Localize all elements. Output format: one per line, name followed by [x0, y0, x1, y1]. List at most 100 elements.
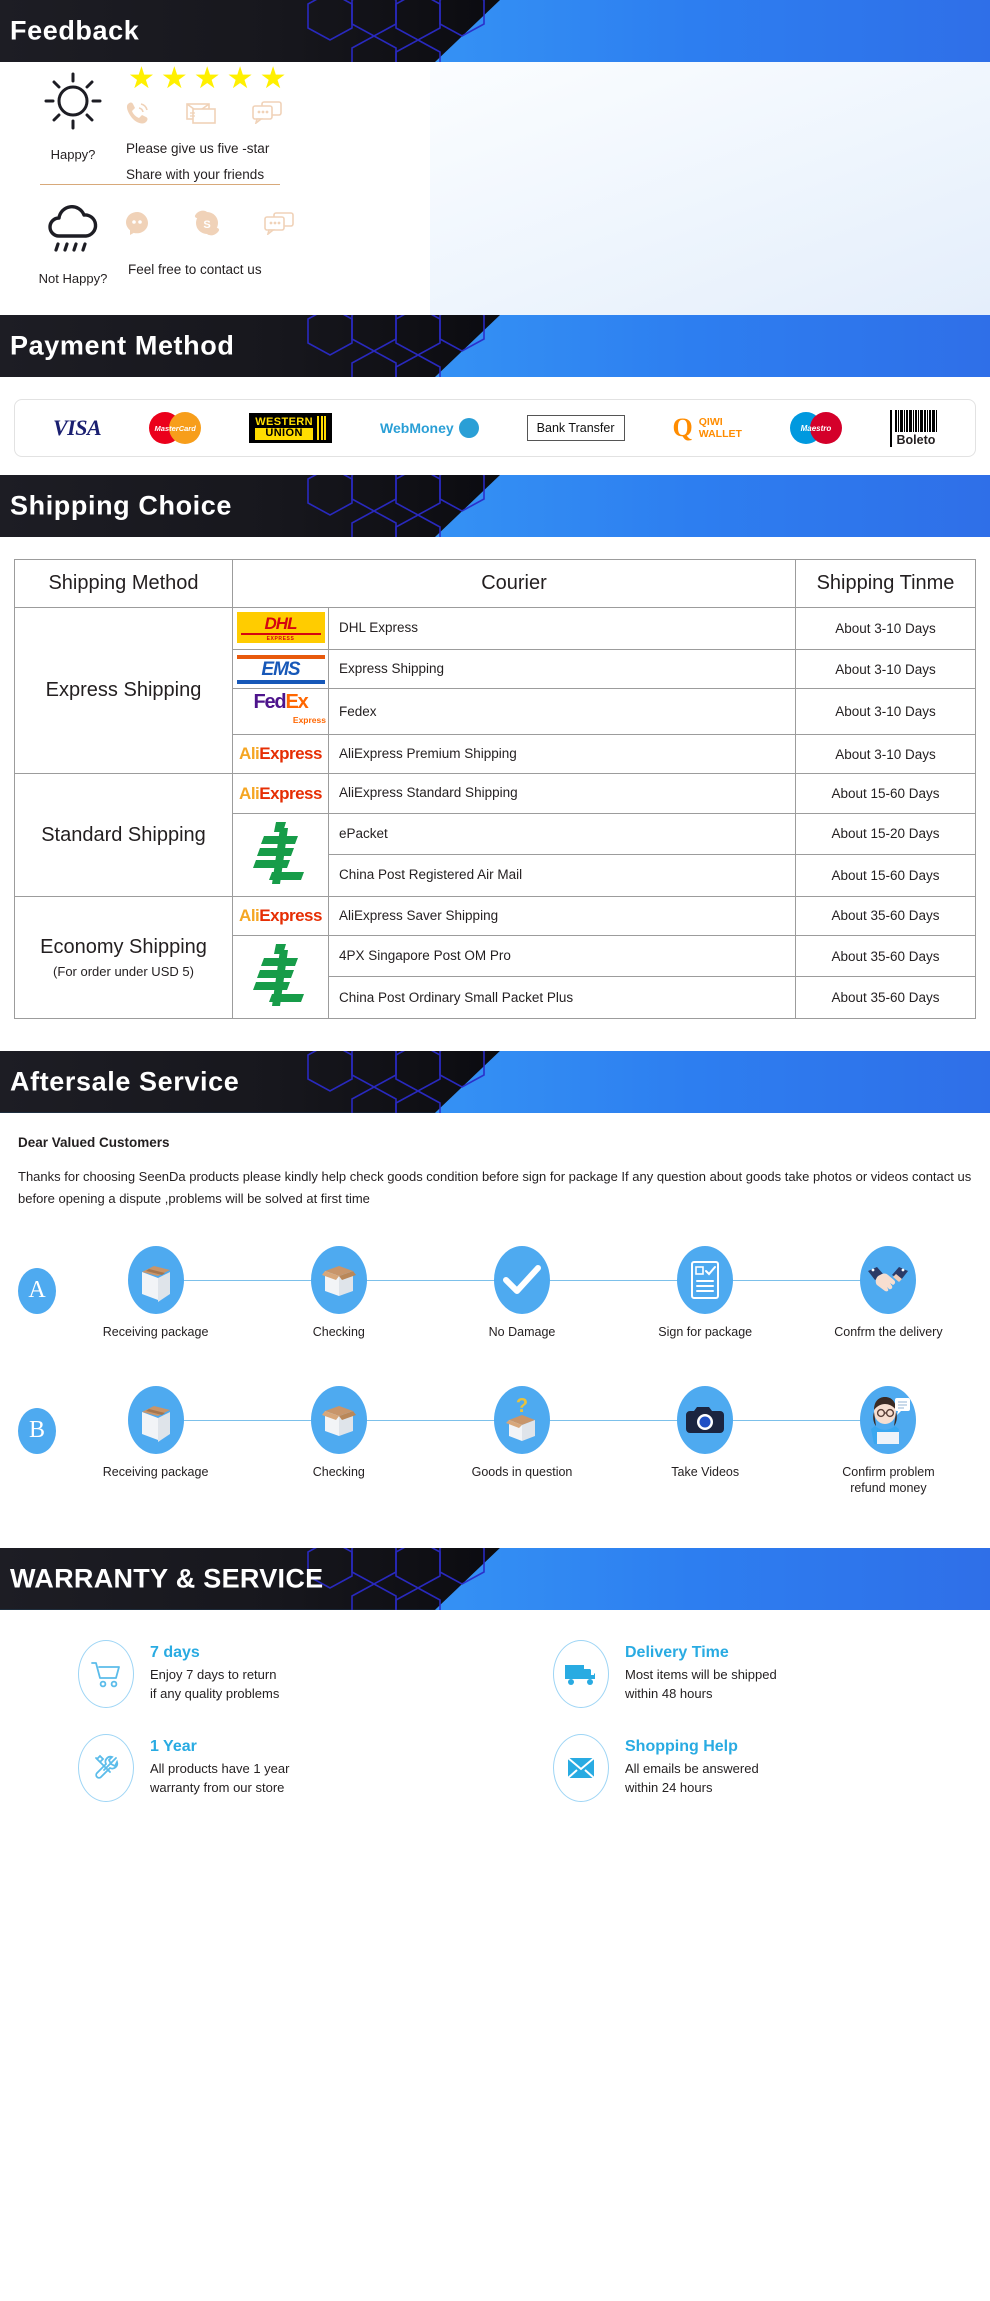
not-happy-text: Feel free to contact us [128, 262, 262, 277]
warranty-card-1-year: 1 Year All products have 1 year warranty… [20, 1733, 495, 1802]
flow-step: Receiving package [64, 1245, 339, 1340]
western-union-logo: WESTERN UNION [249, 413, 332, 443]
tools-icon [78, 1733, 134, 1802]
warranty-title: Delivery Time [625, 1644, 729, 1662]
feedback-left-column: Happy? ★★★★★ Please give us five -star S… [0, 62, 440, 286]
envelope-icon [553, 1733, 609, 1802]
hexagon-pattern [307, 475, 485, 537]
shipping-time: About 3-10 Days [795, 688, 976, 736]
method-economy: Economy Shipping (For order under USD 5) [14, 895, 233, 1019]
delivery-truck-icon [553, 1639, 609, 1708]
boleto-logo: Boleto [889, 409, 937, 447]
flow-step-label: Receiving package [102, 1464, 209, 1479]
payment-logo-strip: VISA MasterCard WESTERN UNION WebMoney B… [14, 399, 976, 457]
not-happy-row: Not Happy? S Feel free to contact us [0, 198, 440, 315]
courier-name: AliExpress Saver Shipping [328, 895, 796, 936]
flow-row-a: A Receiving package Checking No Damage S… [10, 1245, 980, 1368]
flow-step-label: No Damage [488, 1324, 556, 1339]
warranty-line-2: if any quality problems [150, 1686, 280, 1702]
happy-row: Happy? ★★★★★ Please give us five -star S… [0, 62, 440, 185]
shipping-time: About 3-10 Days [795, 734, 976, 775]
shipping-time: About 15-60 Days [795, 854, 976, 897]
open-box-icon [310, 1385, 367, 1454]
table-row: Economy Shipping (For order under USD 5)… [14, 895, 976, 1019]
flow-step-label: Checking [312, 1464, 365, 1479]
courier-name: China Post Ordinary Small Packet Plus [328, 976, 796, 1019]
facebook-messenger-icon [126, 212, 148, 235]
closed-box-icon [127, 1385, 184, 1454]
shipping-time: About 3-10 Days [795, 607, 976, 650]
shipping-section: Shipping Method Courier Shipping Tinme E… [0, 537, 990, 1033]
china-post-logo [232, 934, 329, 1019]
shipping-time: About 15-60 Days [795, 773, 976, 814]
aftersale-body: Thanks for choosing SeenDa products plea… [18, 1168, 972, 1206]
handshake-icon [860, 1245, 917, 1314]
chat-icon [252, 101, 282, 124]
happy-line-1: Please give us five -star [126, 141, 270, 156]
banner-title: Feedback [10, 15, 140, 46]
sun-icon-block: Happy? [38, 70, 108, 162]
flow-badge-a: A [18, 1267, 56, 1314]
process-flows: A Receiving package Checking No Damage S… [0, 1220, 990, 1514]
shipping-time: About 15-20 Days [795, 812, 976, 856]
hexagon-pattern [307, 1050, 485, 1113]
rain-cloud-icon [48, 205, 98, 252]
team-illustration [430, 62, 990, 315]
banner-title: Payment Method [10, 330, 235, 361]
banner-title: Aftersale Service [10, 1066, 240, 1097]
aftersale-section: Dear Valued Customers Thanks for choosin… [0, 1113, 990, 1220]
warranty-banner: WARRANTY & SERVICE [0, 1547, 990, 1610]
star-rating: ★★★★★ [128, 62, 293, 95]
camera-icon [677, 1385, 734, 1454]
warranty-line-2: within 24 hours [625, 1780, 713, 1796]
aliexpress-logo: AliExpress [232, 773, 329, 814]
courier-name: AliExpress Standard Shipping [328, 773, 796, 814]
banner-title: WARRANTY & SERVICE [10, 1563, 324, 1594]
banner-title: Shipping Choice [10, 490, 232, 521]
col-shipping-method: Shipping Method [14, 559, 233, 608]
happy-message: Please give us five -star Share with you… [126, 136, 269, 188]
payment-banner: Payment Method [0, 315, 990, 377]
flow-row-b: B Receiving package Checking ? Goods in … [10, 1385, 980, 1508]
flow-step: Checking [247, 1245, 522, 1340]
warranty-line-2: warranty from our store [150, 1780, 285, 1796]
shipping-table: Shipping Method Courier Shipping Tinme E… [14, 559, 976, 1019]
warranty-line-2: within 48 hours [625, 1686, 713, 1702]
warranty-section: 7 days Enjoy 7 days to return if any qua… [0, 1610, 990, 1830]
method-express: Express Shipping [14, 606, 233, 775]
hexagon-pattern [307, 315, 485, 377]
aliexpress-logo: AliExpress [232, 895, 329, 936]
flow-step-label: Confrm the delivery [834, 1324, 943, 1339]
flow-step: ? Goods in question [430, 1385, 706, 1496]
courier-name: Fedex [328, 688, 796, 736]
hexagon-pattern [307, 0, 485, 62]
flow-step: Confrm the delivery [797, 1245, 980, 1340]
webmoney-logo: WebMoney [380, 418, 479, 438]
shopping-cart-icon [78, 1639, 134, 1708]
courier-name: Express Shipping [328, 648, 796, 690]
flow-step: Confirm problem refund money [797, 1385, 980, 1496]
flow-step: Receiving package [64, 1385, 339, 1496]
rain-cloud-icon-block: Not Happy? [38, 204, 108, 286]
flow-step: No Damage [430, 1245, 706, 1340]
warranty-card-7-days: 7 days Enjoy 7 days to return if any qua… [20, 1639, 495, 1708]
mastercard-logo: MasterCard [149, 412, 202, 444]
flow-step: Take Videos [614, 1385, 889, 1496]
method-standard: Standard Shipping [14, 773, 233, 897]
flow-step-label: Receiving package [102, 1324, 209, 1339]
shipping-time: About 35-60 Days [795, 934, 976, 978]
payment-section: VISA MasterCard WESTERN UNION WebMoney B… [0, 377, 990, 475]
table-header-row: Shipping Method Courier Shipping Tinme [14, 559, 976, 608]
aliexpress-logo: AliExpress [232, 734, 329, 775]
skype-icon: S [195, 210, 219, 236]
support-agent-icon [860, 1385, 917, 1454]
svg-text:S: S [203, 219, 210, 231]
flow-step: Checking [247, 1385, 522, 1496]
flow-step-label: Goods in question [471, 1464, 573, 1479]
contact-icon-row-not-happy: S [124, 210, 294, 236]
aftersale-greeting: Dear Valued Customers [18, 1134, 170, 1150]
china-post-logo [232, 812, 329, 897]
feedback-section: Happy? ★★★★★ Please give us five -star S… [0, 62, 990, 315]
not-happy-label: Not Happy? [38, 271, 108, 286]
svg-text:?: ? [516, 1395, 528, 1417]
